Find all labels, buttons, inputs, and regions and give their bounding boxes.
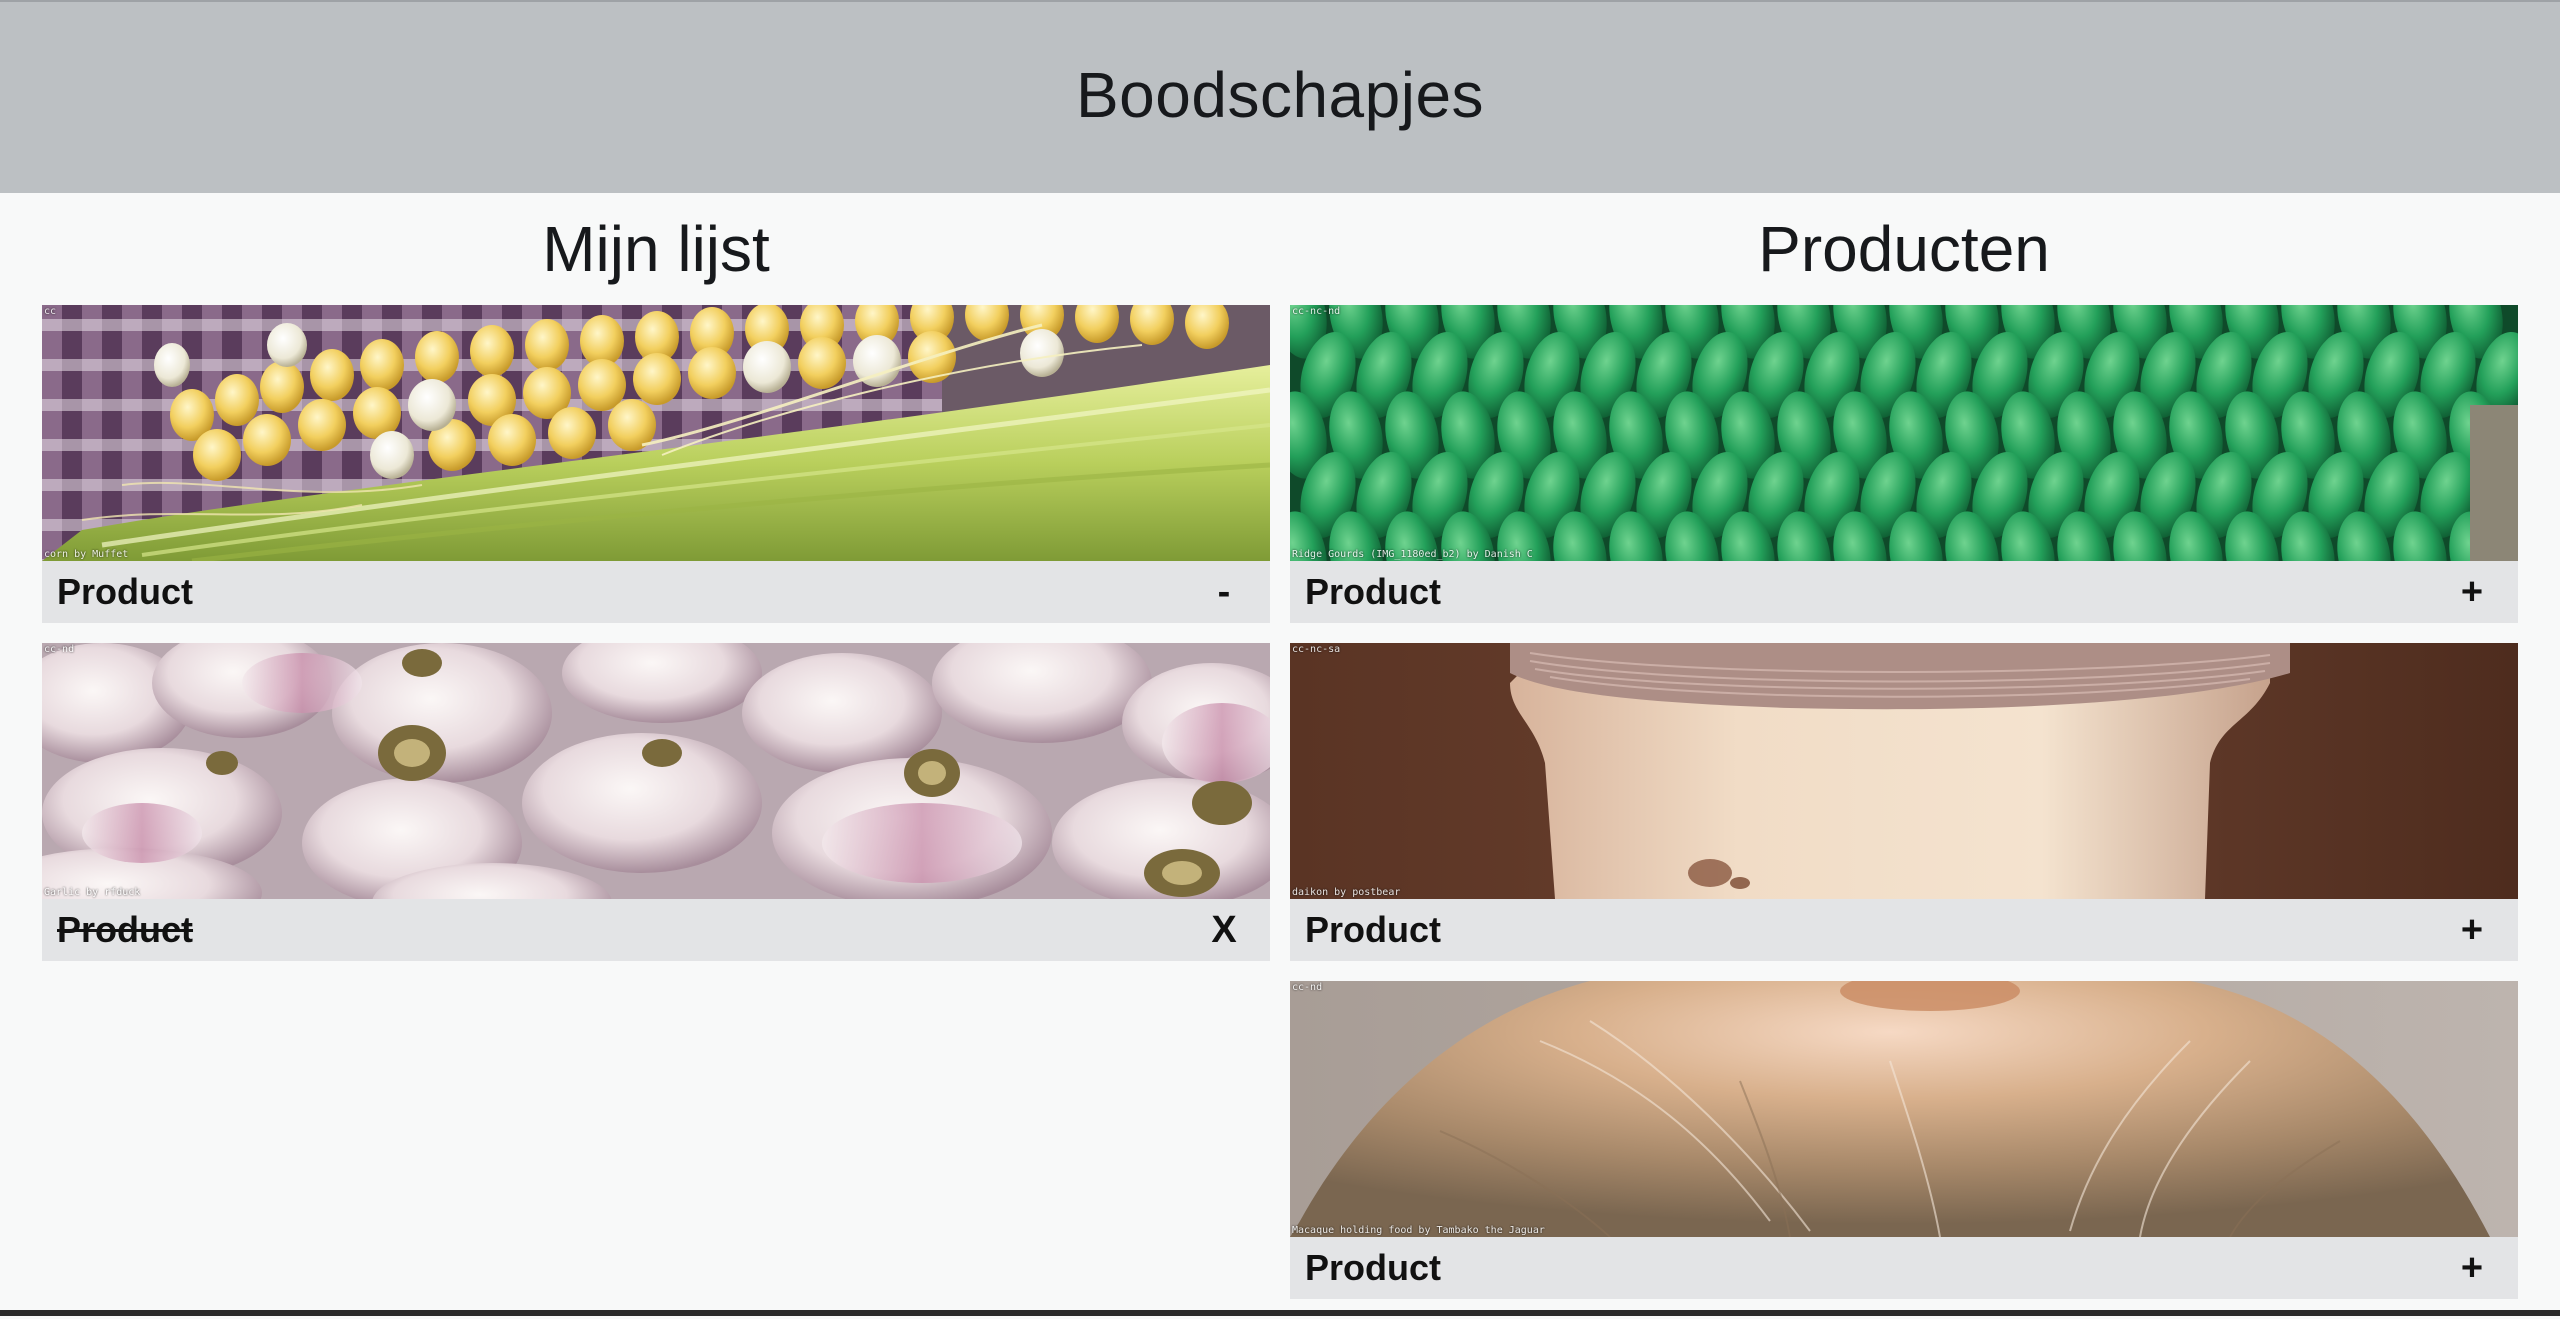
- product-label: Product: [57, 909, 194, 950]
- product-image-daikon: cc-nc-sa daikon by postbear: [1290, 643, 2518, 899]
- list-item: cc corn by Muffet Product -: [42, 305, 1270, 623]
- add-button[interactable]: +: [2452, 909, 2492, 952]
- product-image-ridge-gourds: cc-nc-nd Ridge Gourds (IMG_1180ed_b2) by…: [1290, 305, 2518, 561]
- image-caption: corn by Muffet: [44, 549, 129, 560]
- app-header: Boodschapjes: [0, 0, 2560, 193]
- image-license: cc-nc-nd: [1292, 306, 1341, 317]
- product-label: Product: [1305, 571, 1442, 612]
- product-image-corn: cc corn by Muffet: [42, 305, 1270, 561]
- list-item: cc-nc-sa daikon by postbear Product +: [1290, 643, 2518, 961]
- image-license: cc-nd: [44, 644, 75, 655]
- remove-button[interactable]: -: [1204, 571, 1244, 614]
- image-license: cc-nc-sa: [1292, 644, 1341, 655]
- app-title: Boodschapjes: [1075, 59, 1485, 131]
- product-label: Product: [1305, 909, 1442, 950]
- my-list-column: Mijn lijst cc corn by Muffet Product - c…: [42, 193, 1270, 981]
- product-image-garlic: cc-nd Garlic by rfduck: [42, 643, 1270, 899]
- card-bar: Product +: [1290, 899, 2518, 961]
- image-caption: Garlic by rfduck: [44, 887, 141, 898]
- add-button[interactable]: +: [2452, 571, 2492, 614]
- card-bar: Product +: [1290, 561, 2518, 623]
- list-item: cc-nd Garlic by rfduck Product X: [42, 643, 1270, 961]
- image-caption: Macaque holding food by Tambako the Jagu…: [1292, 1225, 1545, 1236]
- card-bar: Product +: [1290, 1237, 2518, 1299]
- image-caption: daikon by postbear: [1292, 887, 1401, 898]
- products-title: Producten: [1758, 213, 2050, 285]
- list-item: cc-nd Macaque holding food by Tambako th…: [1290, 981, 2518, 1299]
- card-bar: Product -: [42, 561, 1270, 623]
- card-bar: Product X: [42, 899, 1270, 961]
- product-label: Product: [57, 571, 194, 612]
- image-license: cc: [44, 306, 57, 317]
- product-image-macaque: cc-nd Macaque holding food by Tambako th…: [1290, 981, 2518, 1237]
- products-column: Producten cc-nc-nd Ridge Gourds (IMG_118…: [1290, 193, 2518, 1319]
- my-list-title: Mijn lijst: [542, 213, 770, 285]
- image-caption: Ridge Gourds (IMG_1180ed_b2) by Danish C: [1292, 549, 1533, 560]
- delete-button[interactable]: X: [1204, 909, 1244, 952]
- product-label: Product: [1305, 1247, 1442, 1288]
- image-license: cc-nd: [1292, 982, 1323, 993]
- window-bottom-edge: [0, 1310, 2560, 1316]
- add-button[interactable]: +: [2452, 1247, 2492, 1290]
- list-item: cc-nc-nd Ridge Gourds (IMG_1180ed_b2) by…: [1290, 305, 2518, 623]
